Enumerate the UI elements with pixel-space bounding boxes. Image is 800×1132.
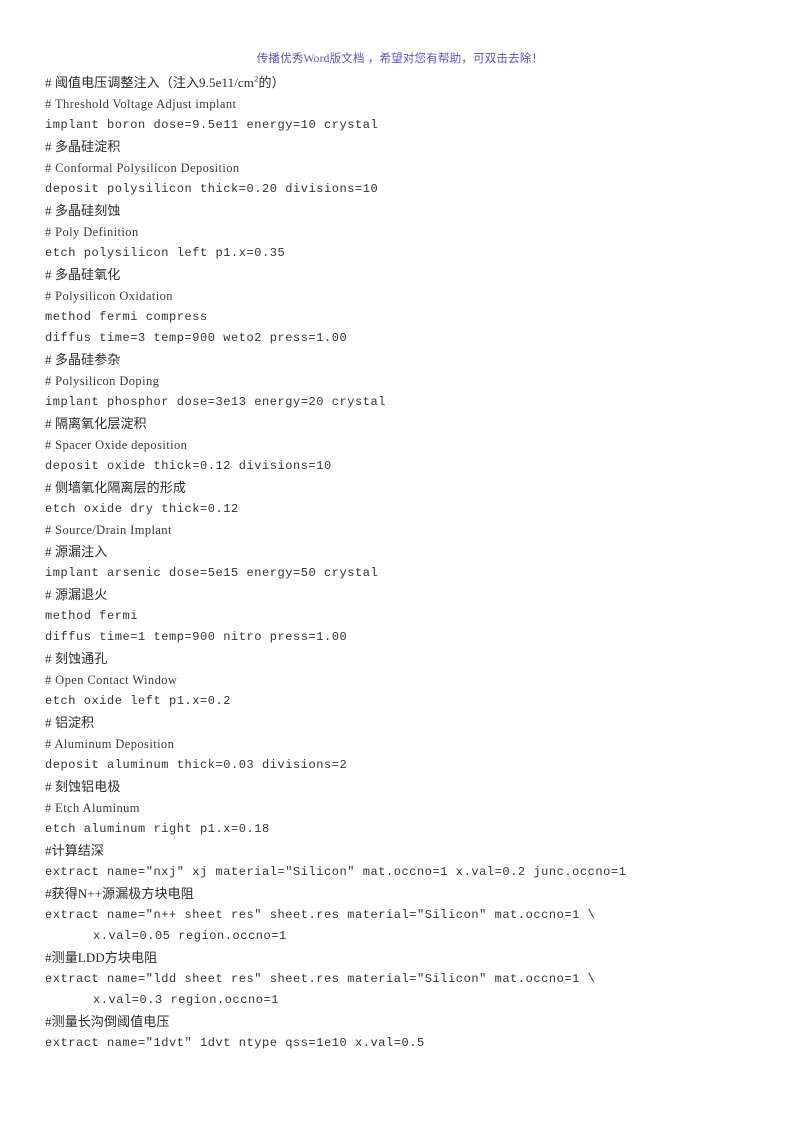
comment-line-chinese: #测量长沟倒阈值电压 xyxy=(45,1014,170,1029)
comment-line-chinese: # 刻蚀通孔 xyxy=(45,651,108,666)
promo-banner-text: 传播优秀Word版文档 ，希望对您有帮助，可双击去除！ xyxy=(256,53,544,65)
command-line-continuation: x.val=0.3 region.occno=1 xyxy=(93,993,280,1007)
command-line: deposit oxide thick=0.12 divisions=10 xyxy=(45,459,332,473)
comment-line-chinese: # 隔离氧化层淀积 xyxy=(45,416,147,431)
command-line: etch aluminum right p1.x=0.18 xyxy=(45,822,270,836)
comment-line-chinese: # 侧墙氧化隔离层的形成 xyxy=(45,480,186,495)
command-line: deposit aluminum thick=0.03 divisions=2 xyxy=(45,758,348,772)
comment-line-chinese: # 铝淀积 xyxy=(45,715,95,730)
command-line: implant boron dose=9.5e11 energy=10 crys… xyxy=(45,118,379,132)
command-line: extract name="ldd sheet res" sheet.res m… xyxy=(45,972,596,986)
comment-line-chinese: # 阈值电压调整注入（注入9.5e11/cm2的） xyxy=(45,73,285,90)
comment-line-chinese: #测量LDD方块电阻 xyxy=(45,950,158,965)
command-line: diffus time=3 temp=900 weto2 press=1.00 xyxy=(45,331,348,345)
comment-line-chinese: #计算结深 xyxy=(45,843,105,858)
comment-line-chinese: # 源漏注入 xyxy=(45,544,108,559)
command-line: extract name="1dvt" 1dvt ntype qss=1e10 … xyxy=(45,1036,425,1050)
command-line: implant arsenic dose=5e15 energy=50 crys… xyxy=(45,566,379,580)
comment-line-english: # Conformal Polysilicon Deposition xyxy=(45,161,240,175)
comment-line-english: # Polysilicon Doping xyxy=(45,374,160,388)
comment-line-english: # Poly Definition xyxy=(45,225,139,239)
command-line: method fermi compress xyxy=(45,310,208,324)
command-line: diffus time=1 temp=900 nitro press=1.00 xyxy=(45,630,348,644)
comment-line-chinese: # 多晶硅淀积 xyxy=(45,139,121,154)
command-line-continuation: x.val=0.05 region.occno=1 xyxy=(93,929,287,943)
comment-line-chinese: # 刻蚀铝电极 xyxy=(45,779,121,794)
document-page: 传播优秀Word版文档 ，希望对您有帮助，可双击去除！ # 阈值电压调整注入（注… xyxy=(0,0,800,1132)
comment-line-chinese: #获得N++源漏极方块电阻 xyxy=(45,886,194,901)
comment-line-chinese: # 多晶硅参杂 xyxy=(45,352,121,367)
command-line: deposit polysilicon thick=0.20 divisions… xyxy=(45,182,379,196)
comment-line-english: # Source/Drain Implant xyxy=(45,523,172,537)
command-line: implant phosphor dose=3e13 energy=20 cry… xyxy=(45,395,387,409)
comment-line-chinese: # 多晶硅氧化 xyxy=(45,267,121,282)
comment-line-chinese: # 多晶硅刻蚀 xyxy=(45,203,121,218)
script-body: # 阈值电压调整注入（注入9.5e11/cm2的） # Threshold Vol… xyxy=(45,72,755,1054)
command-line: etch oxide dry thick=0.12 xyxy=(45,502,239,516)
comment-line-english: # Threshold Voltage Adjust implant xyxy=(45,97,237,111)
comment-line-english: # Spacer Oxide deposition xyxy=(45,438,188,452)
comment-line-english: # Polysilicon Oxidation xyxy=(45,289,173,303)
command-line: etch oxide left p1.x=0.2 xyxy=(45,694,232,708)
superscript: 2 xyxy=(253,73,259,84)
comment-line-english: # Aluminum Deposition xyxy=(45,737,175,751)
comment-line-english: # Open Contact Window xyxy=(45,673,178,687)
comment-line-english: # Etch Aluminum xyxy=(45,801,140,815)
command-line: method fermi xyxy=(45,609,139,623)
command-line: extract name="nxj" xj material="Silicon"… xyxy=(45,865,627,879)
comment-line-chinese: # 源漏退火 xyxy=(45,587,108,602)
command-line: etch polysilicon left p1.x=0.35 xyxy=(45,246,286,260)
command-line: extract name="n++ sheet res" sheet.res m… xyxy=(45,908,596,922)
